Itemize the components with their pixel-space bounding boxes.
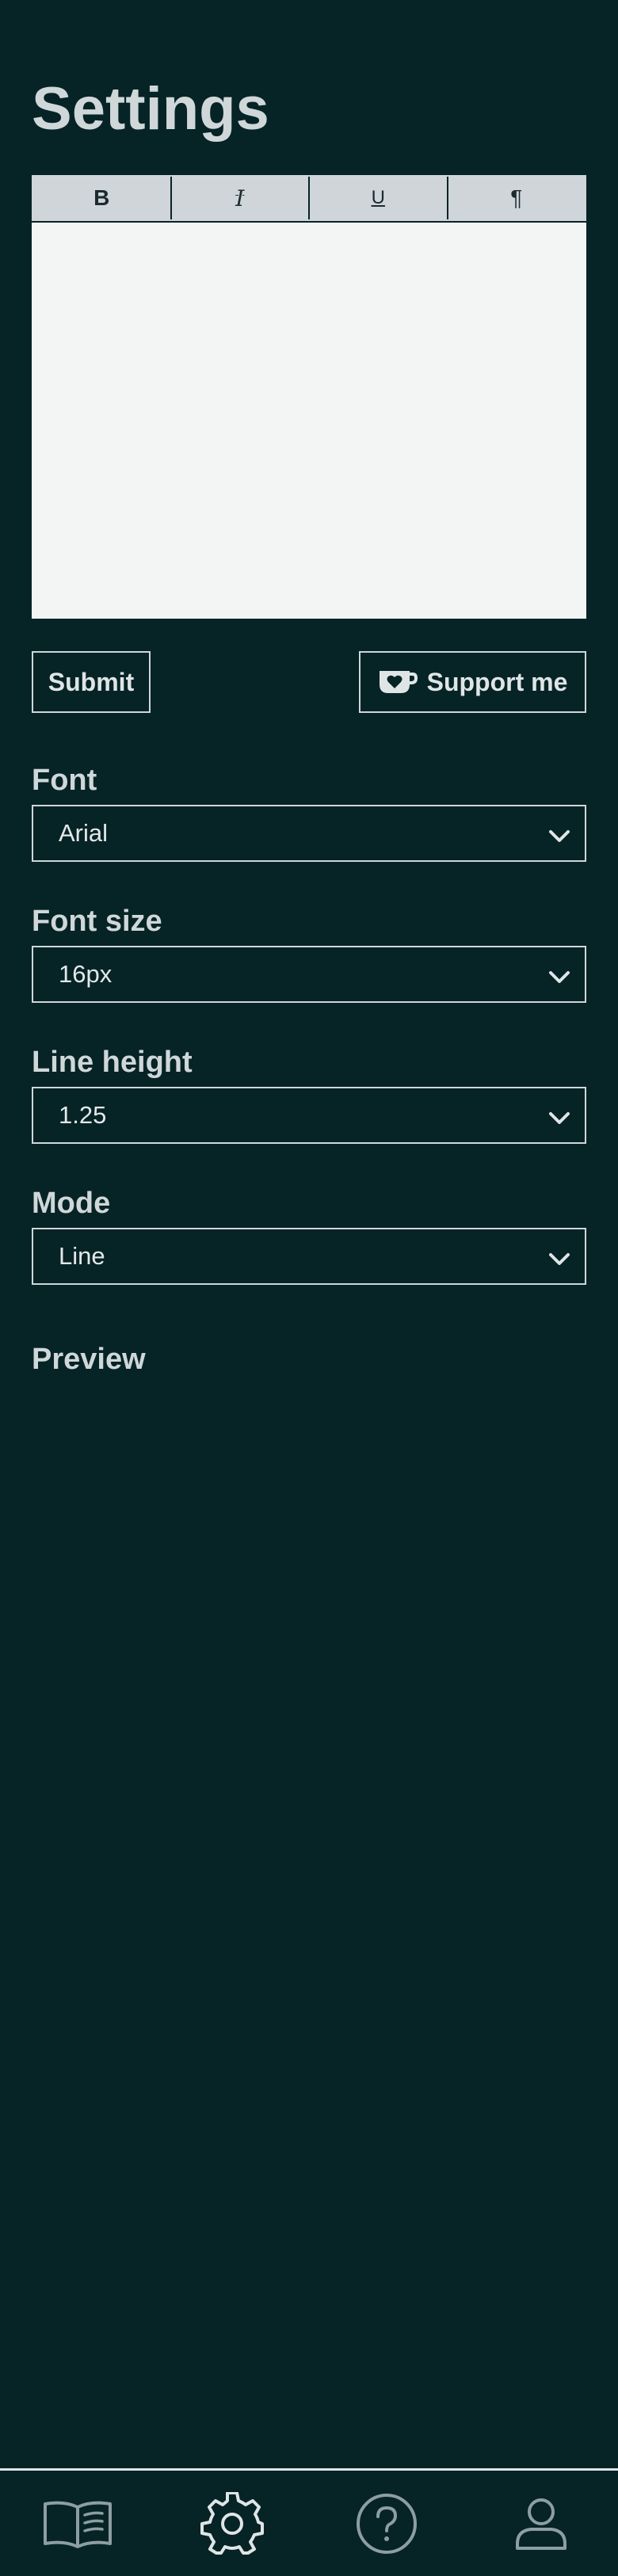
font-select-value: Arial xyxy=(59,819,109,847)
bold-button[interactable]: B xyxy=(33,177,172,219)
font-size-select-value: 16px xyxy=(59,960,113,988)
italic-button[interactable]: I xyxy=(172,177,310,219)
line-height-label: Line height xyxy=(32,1046,193,1079)
support-button-label: Support me xyxy=(426,667,568,696)
format-toolbar: B I U ¶ xyxy=(32,175,586,221)
support-button[interactable]: Support me xyxy=(359,651,586,713)
text-editor[interactable] xyxy=(32,223,586,619)
mode-label: Mode xyxy=(32,1187,111,1220)
line-height-select[interactable]: 1.25 xyxy=(32,1087,586,1144)
mode-select[interactable]: Line xyxy=(32,1228,586,1285)
preview-title: Preview xyxy=(32,1343,146,1376)
chevron-down-icon xyxy=(548,965,570,993)
submit-button[interactable]: Submit xyxy=(32,651,151,713)
nav-item-help[interactable] xyxy=(309,2471,464,2576)
chevron-down-icon xyxy=(548,1247,570,1275)
font-label: Font xyxy=(32,764,97,797)
user-icon xyxy=(513,2496,569,2551)
page-title: Settings xyxy=(32,75,269,143)
paragraph-button[interactable]: ¶ xyxy=(448,177,586,219)
nav-item-read[interactable] xyxy=(0,2471,154,2576)
line-height-select-value: 1.25 xyxy=(59,1101,107,1129)
mode-select-value: Line xyxy=(59,1242,105,1270)
font-select[interactable]: Arial xyxy=(32,805,586,862)
gear-icon xyxy=(200,2491,264,2555)
coffee-heart-icon xyxy=(378,669,418,695)
help-icon xyxy=(355,2492,418,2555)
underline-button[interactable]: U xyxy=(310,177,448,219)
chevron-down-icon xyxy=(548,824,570,852)
nav-item-settings[interactable] xyxy=(154,2471,309,2576)
chevron-down-icon xyxy=(548,1106,570,1134)
nav-item-profile[interactable] xyxy=(464,2471,618,2576)
bottom-nav xyxy=(0,2468,618,2576)
font-size-label: Font size xyxy=(32,905,162,938)
font-size-select[interactable]: 16px xyxy=(32,946,586,1003)
book-icon xyxy=(42,2499,113,2548)
